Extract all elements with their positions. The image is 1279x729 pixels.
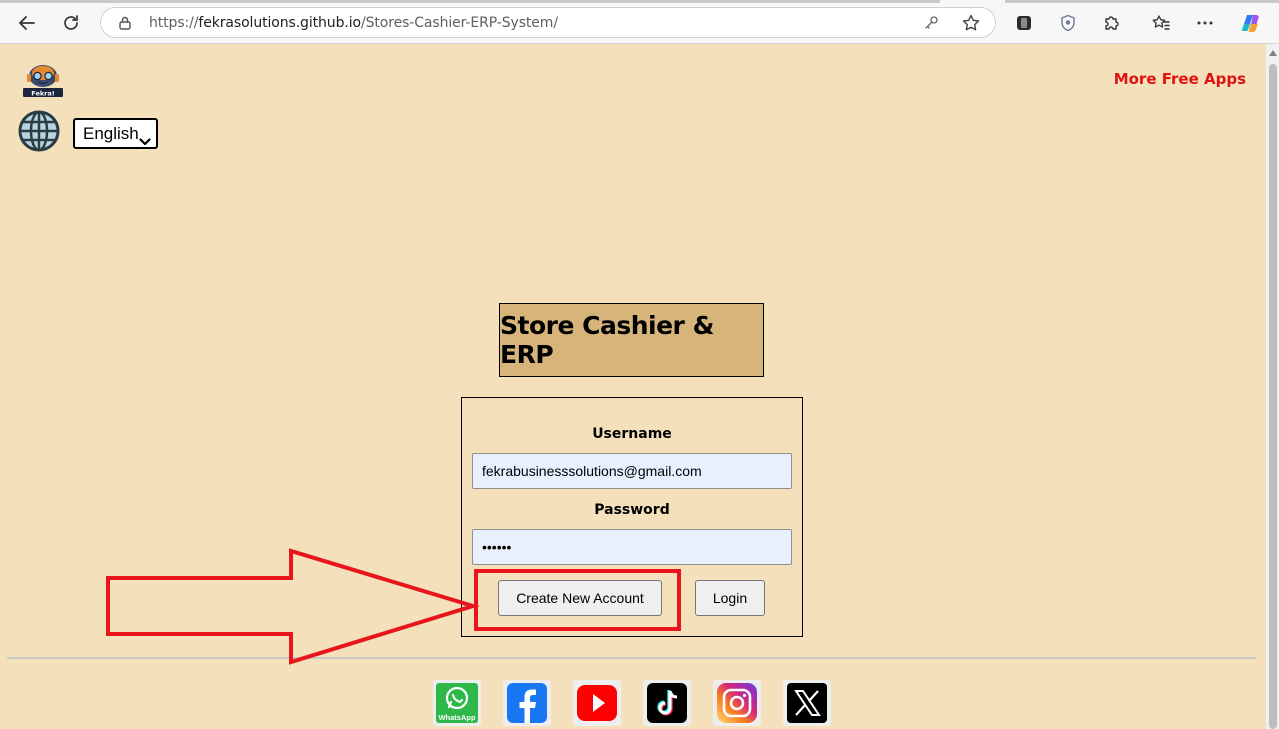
x-twitter-icon[interactable] (783, 680, 831, 726)
logo-text: Fekra! (31, 90, 54, 98)
page-content: Fekra! More Free Apps English Store Cash… (0, 44, 1266, 729)
divider (7, 657, 1256, 659)
youtube-icon[interactable] (573, 680, 621, 726)
login-form: Username fekrabusinesssolutions@gmail.co… (461, 397, 803, 637)
more-menu-icon[interactable] (1191, 9, 1219, 37)
extension-icon[interactable] (1010, 9, 1038, 37)
app-title: Store Cashier & ERP (500, 311, 714, 369)
fekra-logo[interactable]: Fekra! (21, 64, 65, 100)
refresh-icon[interactable] (57, 9, 85, 37)
vertical-scrollbar[interactable] (1266, 44, 1279, 729)
copilot-icon[interactable] (1237, 9, 1265, 37)
password-field[interactable]: •••••• (472, 529, 792, 565)
back-icon[interactable] (13, 9, 41, 37)
login-button[interactable]: Login (695, 580, 765, 616)
create-new-account-button[interactable]: Create New Account (498, 580, 662, 616)
favorites-icon[interactable] (1147, 9, 1175, 37)
whatsapp-icon[interactable]: WhatsApp (433, 680, 481, 726)
browser-toolbar: https://fekrasolutions.github.io/Stores-… (0, 0, 1279, 44)
shield-icon[interactable] (1054, 9, 1082, 37)
more-free-apps-link[interactable]: More Free Apps (1114, 70, 1246, 88)
url-text: https://fekrasolutions.github.io/Stores-… (149, 15, 558, 31)
favorite-star-icon[interactable] (961, 13, 981, 38)
password-label: Password (594, 502, 670, 518)
username-label: Username (592, 426, 672, 442)
chevron-down-icon (139, 128, 151, 155)
key-icon[interactable] (923, 15, 939, 36)
whatsapp-label: WhatsApp (438, 713, 475, 722)
facebook-icon[interactable] (503, 680, 551, 726)
lock-icon[interactable] (117, 15, 133, 36)
language-select[interactable]: English (73, 118, 158, 149)
globe-icon (18, 110, 60, 152)
scroll-up-icon[interactable] (1269, 50, 1277, 56)
language-selected-value: English (83, 124, 139, 143)
instagram-icon[interactable] (713, 680, 761, 726)
scrollbar-thumb[interactable] (1269, 64, 1277, 729)
app-title-box: Store Cashier & ERP (499, 303, 764, 377)
address-bar[interactable]: https://fekrasolutions.github.io/Stores-… (100, 7, 996, 38)
tab-strip (0, 0, 1279, 3)
username-field[interactable]: fekrabusinesssolutions@gmail.com (472, 453, 792, 489)
puzzle-icon[interactable] (1098, 9, 1126, 37)
tiktok-icon[interactable] (643, 680, 691, 726)
